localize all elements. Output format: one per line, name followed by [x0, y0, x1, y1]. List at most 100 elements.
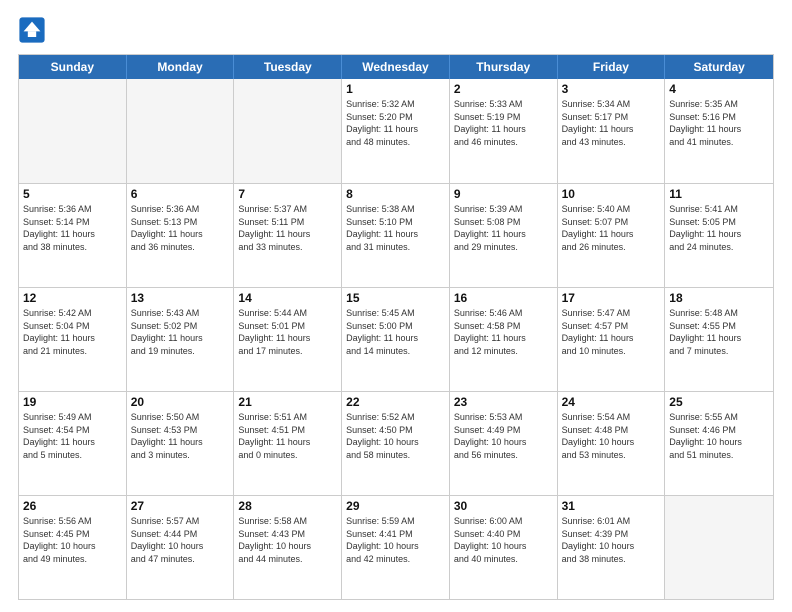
calendar-cell: 17 Sunrise: 5:47 AMSunset: 4:57 PMDayligh…: [558, 288, 666, 391]
calendar-cell: 9 Sunrise: 5:39 AMSunset: 5:08 PMDaylight…: [450, 184, 558, 287]
calendar-cell: [234, 79, 342, 183]
calendar-cell: 24 Sunrise: 5:54 AMSunset: 4:48 PMDayligh…: [558, 392, 666, 495]
day-number: 12: [23, 291, 122, 305]
day-number: 30: [454, 499, 553, 513]
weekday-header-monday: Monday: [127, 55, 235, 79]
day-number: 27: [131, 499, 230, 513]
day-info: Sunrise: 5:56 AMSunset: 4:45 PMDaylight:…: [23, 515, 122, 565]
calendar-cell: 31 Sunrise: 6:01 AMSunset: 4:39 PMDayligh…: [558, 496, 666, 599]
calendar-header: SundayMondayTuesdayWednesdayThursdayFrid…: [19, 55, 773, 79]
calendar-cell: 2Sunrise: 5:33 AMSunset: 5:19 PMDaylight…: [450, 79, 558, 183]
day-info: Sunrise: 5:47 AMSunset: 4:57 PMDaylight:…: [562, 307, 661, 357]
weekday-header-thursday: Thursday: [450, 55, 558, 79]
day-info: Sunrise: 6:00 AMSunset: 4:40 PMDaylight:…: [454, 515, 553, 565]
day-info: Sunrise: 5:38 AMSunset: 5:10 PMDaylight:…: [346, 203, 445, 253]
day-number: 26: [23, 499, 122, 513]
header: [18, 16, 774, 44]
day-number: 22: [346, 395, 445, 409]
day-info: Sunrise: 5:45 AMSunset: 5:00 PMDaylight:…: [346, 307, 445, 357]
calendar-cell: 29 Sunrise: 5:59 AMSunset: 4:41 PMDayligh…: [342, 496, 450, 599]
weekday-header-tuesday: Tuesday: [234, 55, 342, 79]
day-number: 17: [562, 291, 661, 305]
day-info: Sunrise: 5:41 AMSunset: 5:05 PMDaylight:…: [669, 203, 769, 253]
calendar-body: 1 Sunrise: 5:32 AMSunset: 5:20 PMDaylight…: [19, 79, 773, 599]
day-info: Sunrise: 6:01 AMSunset: 4:39 PMDaylight:…: [562, 515, 661, 565]
calendar-cell: 20Sunrise: 5:50 AMSunset: 4:53 PMDayligh…: [127, 392, 235, 495]
day-info: Sunrise: 5:34 AMSunset: 5:17 PMDaylight:…: [562, 98, 661, 148]
day-number: 16: [454, 291, 553, 305]
day-number: 21: [238, 395, 337, 409]
day-info: Sunrise: 5:59 AMSunset: 4:41 PMDaylight:…: [346, 515, 445, 565]
day-number: 19: [23, 395, 122, 409]
calendar-cell: 21 Sunrise: 5:51 AMSunset: 4:51 PMDayligh…: [234, 392, 342, 495]
calendar-cell: 10 Sunrise: 5:40 AMSunset: 5:07 PMDayligh…: [558, 184, 666, 287]
calendar-cell: 19 Sunrise: 5:49 AMSunset: 4:54 PMDayligh…: [19, 392, 127, 495]
calendar-cell: 27 Sunrise: 5:57 AMSunset: 4:44 PMDayligh…: [127, 496, 235, 599]
calendar-cell: 23Sunrise: 5:53 AMSunset: 4:49 PMDayligh…: [450, 392, 558, 495]
day-info: Sunrise: 5:37 AMSunset: 5:11 PMDaylight:…: [238, 203, 337, 253]
day-info: Sunrise: 5:50 AMSunset: 4:53 PMDaylight:…: [131, 411, 230, 461]
day-info: Sunrise: 5:55 AMSunset: 4:46 PMDaylight:…: [669, 411, 769, 461]
calendar-cell: 4 Sunrise: 5:35 AMSunset: 5:16 PMDaylight…: [665, 79, 773, 183]
calendar-cell: 1 Sunrise: 5:32 AMSunset: 5:20 PMDaylight…: [342, 79, 450, 183]
weekday-header-wednesday: Wednesday: [342, 55, 450, 79]
day-number: 7: [238, 187, 337, 201]
day-info: Sunrise: 5:54 AMSunset: 4:48 PMDaylight:…: [562, 411, 661, 461]
calendar-cell: 18Sunrise: 5:48 AMSunset: 4:55 PMDayligh…: [665, 288, 773, 391]
calendar-row-4: 26 Sunrise: 5:56 AMSunset: 4:45 PMDayligh…: [19, 495, 773, 599]
weekday-header-sunday: Sunday: [19, 55, 127, 79]
day-info: Sunrise: 5:48 AMSunset: 4:55 PMDaylight:…: [669, 307, 769, 357]
day-info: Sunrise: 5:58 AMSunset: 4:43 PMDaylight:…: [238, 515, 337, 565]
calendar-row-0: 1 Sunrise: 5:32 AMSunset: 5:20 PMDaylight…: [19, 79, 773, 183]
day-number: 10: [562, 187, 661, 201]
logo: [18, 16, 50, 44]
day-info: Sunrise: 5:57 AMSunset: 4:44 PMDaylight:…: [131, 515, 230, 565]
calendar-cell: [19, 79, 127, 183]
day-number: 14: [238, 291, 337, 305]
day-number: 29: [346, 499, 445, 513]
calendar-cell: 3 Sunrise: 5:34 AMSunset: 5:17 PMDaylight…: [558, 79, 666, 183]
calendar-cell: 25 Sunrise: 5:55 AMSunset: 4:46 PMDayligh…: [665, 392, 773, 495]
day-info: Sunrise: 5:35 AMSunset: 5:16 PMDaylight:…: [669, 98, 769, 148]
page-container: SundayMondayTuesdayWednesdayThursdayFrid…: [0, 0, 792, 612]
day-number: 24: [562, 395, 661, 409]
day-number: 15: [346, 291, 445, 305]
calendar-cell: [127, 79, 235, 183]
day-number: 31: [562, 499, 661, 513]
calendar-cell: 6 Sunrise: 5:36 AMSunset: 5:13 PMDaylight…: [127, 184, 235, 287]
day-info: Sunrise: 5:51 AMSunset: 4:51 PMDaylight:…: [238, 411, 337, 461]
logo-icon: [18, 16, 46, 44]
day-info: Sunrise: 5:49 AMSunset: 4:54 PMDaylight:…: [23, 411, 122, 461]
day-number: 3: [562, 82, 661, 96]
day-info: Sunrise: 5:33 AMSunset: 5:19 PMDaylight:…: [454, 98, 553, 148]
calendar-cell: 7 Sunrise: 5:37 AMSunset: 5:11 PMDaylight…: [234, 184, 342, 287]
day-number: 25: [669, 395, 769, 409]
day-info: Sunrise: 5:39 AMSunset: 5:08 PMDaylight:…: [454, 203, 553, 253]
day-number: 4: [669, 82, 769, 96]
day-number: 9: [454, 187, 553, 201]
calendar-cell: [665, 496, 773, 599]
day-info: Sunrise: 5:42 AMSunset: 5:04 PMDaylight:…: [23, 307, 122, 357]
day-info: Sunrise: 5:32 AMSunset: 5:20 PMDaylight:…: [346, 98, 445, 148]
calendar-cell: 14 Sunrise: 5:44 AMSunset: 5:01 PMDayligh…: [234, 288, 342, 391]
calendar: SundayMondayTuesdayWednesdayThursdayFrid…: [18, 54, 774, 600]
day-info: Sunrise: 5:46 AMSunset: 4:58 PMDaylight:…: [454, 307, 553, 357]
day-number: 13: [131, 291, 230, 305]
day-number: 1: [346, 82, 445, 96]
calendar-cell: 30 Sunrise: 6:00 AMSunset: 4:40 PMDayligh…: [450, 496, 558, 599]
day-info: Sunrise: 5:40 AMSunset: 5:07 PMDaylight:…: [562, 203, 661, 253]
calendar-cell: 26 Sunrise: 5:56 AMSunset: 4:45 PMDayligh…: [19, 496, 127, 599]
calendar-row-1: 5Sunrise: 5:36 AMSunset: 5:14 PMDaylight…: [19, 183, 773, 287]
calendar-cell: 13Sunrise: 5:43 AMSunset: 5:02 PMDayligh…: [127, 288, 235, 391]
day-number: 23: [454, 395, 553, 409]
day-info: Sunrise: 5:36 AMSunset: 5:13 PMDaylight:…: [131, 203, 230, 253]
calendar-cell: 15 Sunrise: 5:45 AMSunset: 5:00 PMDayligh…: [342, 288, 450, 391]
day-info: Sunrise: 5:44 AMSunset: 5:01 PMDaylight:…: [238, 307, 337, 357]
weekday-header-saturday: Saturday: [665, 55, 773, 79]
calendar-cell: 8Sunrise: 5:38 AMSunset: 5:10 PMDaylight…: [342, 184, 450, 287]
calendar-cell: 22Sunrise: 5:52 AMSunset: 4:50 PMDayligh…: [342, 392, 450, 495]
calendar-cell: 28Sunrise: 5:58 AMSunset: 4:43 PMDayligh…: [234, 496, 342, 599]
calendar-cell: 16 Sunrise: 5:46 AMSunset: 4:58 PMDayligh…: [450, 288, 558, 391]
day-number: 6: [131, 187, 230, 201]
calendar-cell: 5Sunrise: 5:36 AMSunset: 5:14 PMDaylight…: [19, 184, 127, 287]
